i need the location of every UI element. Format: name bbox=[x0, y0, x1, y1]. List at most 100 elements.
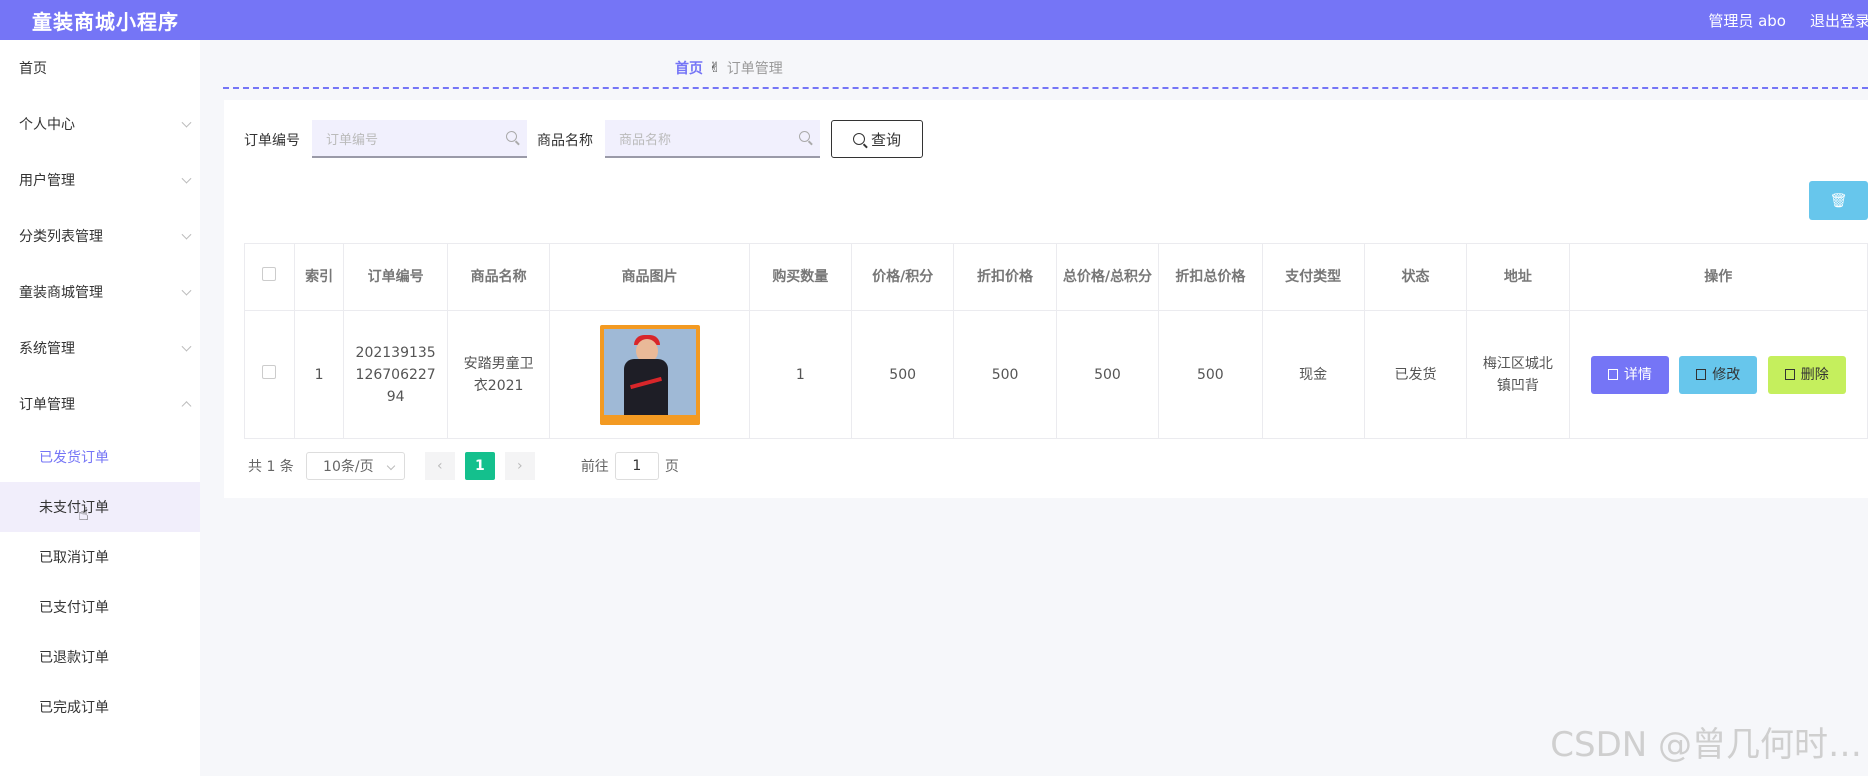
sidebar-item-label: 分类列表管理 bbox=[19, 229, 103, 245]
query-button[interactable]: 查询 bbox=[831, 120, 923, 158]
document-icon bbox=[1607, 369, 1618, 380]
order-no-label: 订单编号 bbox=[244, 133, 300, 149]
cell-actions: 详情 修改 删除 bbox=[1568, 310, 1868, 439]
chevron-down-icon bbox=[181, 229, 192, 240]
sidebar: 首页 个人中心 用户管理 分类列表管理 童装商城管理 系统管理 订单管理 已发货… bbox=[0, 40, 200, 776]
cell-quantity: 1 bbox=[748, 310, 852, 439]
cell-order-no: 20213913512670622794 bbox=[343, 310, 448, 439]
detail-button[interactable]: 详情 bbox=[1590, 355, 1669, 394]
app-title: 童装商城小程序 bbox=[32, 9, 179, 34]
submenu-item-completed[interactable]: 已完成订单 bbox=[0, 682, 200, 732]
cell-index: 1 bbox=[293, 310, 345, 439]
sidebar-item-categories[interactable]: 分类列表管理 bbox=[0, 208, 200, 264]
col-header: 操作 bbox=[1568, 243, 1868, 311]
submenu-item-paid[interactable]: 已支付订单 bbox=[0, 582, 200, 632]
next-page-button[interactable]: › bbox=[504, 452, 535, 480]
col-header: 商品名称 bbox=[446, 243, 551, 311]
chevron-down-icon bbox=[181, 341, 192, 352]
submenu-item-unpaid[interactable]: 未支付订单 ☝ bbox=[0, 482, 200, 532]
victory-hand-icon: ✌ bbox=[709, 60, 721, 76]
cell-status: 已发货 bbox=[1363, 310, 1468, 439]
cell-address: 梅江区城北镇凹背 bbox=[1466, 310, 1570, 439]
chevron-down-icon bbox=[181, 173, 192, 184]
sidebar-item-users[interactable]: 用户管理 bbox=[0, 152, 200, 208]
col-header: 支付类型 bbox=[1261, 243, 1365, 311]
cell-discount-total: 500 bbox=[1158, 310, 1263, 439]
page-unit-label: 页 bbox=[664, 459, 679, 475]
col-header: 地址 bbox=[1466, 243, 1570, 311]
row-select-cell bbox=[244, 310, 295, 439]
prev-page-button[interactable]: ‹ bbox=[424, 452, 455, 480]
admin-label: 管理员 abo bbox=[1708, 11, 1786, 30]
sidebar-item-label: 个人中心 bbox=[19, 117, 75, 133]
col-header: 购买数量 bbox=[748, 243, 852, 311]
cell-product-image bbox=[549, 310, 750, 439]
cell-price: 500 bbox=[850, 310, 955, 439]
sidebar-item-mall[interactable]: 童装商城管理 bbox=[0, 264, 200, 320]
cell-product-name: 安踏男童卫衣2021 bbox=[446, 310, 551, 439]
sidebar-item-system[interactable]: 系统管理 bbox=[0, 320, 200, 376]
product-name-input[interactable]: 商品名称 bbox=[605, 120, 820, 158]
row-checkbox[interactable] bbox=[262, 364, 277, 379]
logout-link[interactable]: 退出登录 bbox=[1810, 10, 1868, 31]
header-right: 管理员 abo 退出登录 bbox=[1708, 0, 1868, 40]
order-no-placeholder: 订单编号 bbox=[326, 132, 379, 148]
query-button-label: 查询 bbox=[870, 130, 901, 149]
search-icon bbox=[852, 133, 865, 145]
submenu-item-label: 未支付订单 bbox=[39, 500, 109, 516]
submenu-item-label: 已退款订单 bbox=[39, 650, 109, 666]
pencil-icon bbox=[1696, 369, 1707, 380]
pagination-total: 共 1 条 bbox=[248, 459, 294, 475]
delete-button-label: 删除 bbox=[1800, 366, 1829, 383]
submenu-item-refunded[interactable]: 已退款订单 bbox=[0, 632, 200, 682]
divider bbox=[223, 87, 1868, 89]
chevron-up-icon bbox=[181, 401, 192, 412]
product-name-label: 商品名称 bbox=[537, 133, 593, 149]
col-header: 总价格/总积分 bbox=[1055, 243, 1160, 311]
submenu-item-label: 已取消订单 bbox=[39, 550, 109, 566]
col-header: 折扣价格 bbox=[953, 243, 1057, 311]
orders-table: 索引 订单编号 商品名称 商品图片 购买数量 价格/积分 折扣价格 总价格/总积… bbox=[244, 243, 1868, 439]
edit-button[interactable]: 修改 bbox=[1679, 355, 1758, 394]
page-number[interactable]: 1 bbox=[464, 452, 495, 480]
search-icon bbox=[506, 131, 517, 142]
watermark: CSDN @曾几何时… bbox=[1550, 725, 1862, 765]
chevron-right-icon: › bbox=[517, 458, 523, 474]
select-all-cell bbox=[244, 243, 295, 311]
sidebar-item-label: 首页 bbox=[19, 61, 47, 77]
breadcrumb-home[interactable]: 首页 bbox=[675, 58, 703, 78]
submenu-item-label: 已完成订单 bbox=[39, 700, 109, 716]
page-size-value: 10条/页 bbox=[323, 459, 374, 475]
chevron-down-icon bbox=[181, 117, 192, 128]
sidebar-item-profile[interactable]: 个人中心 bbox=[0, 96, 200, 152]
sidebar-item-label: 用户管理 bbox=[19, 173, 75, 189]
select-all-checkbox[interactable] bbox=[262, 267, 277, 281]
sidebar-item-home[interactable]: 首页 bbox=[0, 40, 200, 96]
table-row: 1 20213913512670622794 安踏男童卫衣2021 1 500 … bbox=[244, 310, 1868, 439]
sidebar-item-orders[interactable]: 订单管理 bbox=[0, 376, 200, 432]
trash-icon: 🗑 bbox=[1829, 192, 1848, 209]
col-header: 状态 bbox=[1363, 243, 1468, 311]
top-header: 童装商城小程序 管理员 abo 退出登录 bbox=[0, 0, 1868, 40]
submenu-item-shipped[interactable]: 已发货订单 bbox=[0, 432, 200, 482]
trash-icon bbox=[1784, 369, 1795, 380]
submenu-item-label: 已发货订单 bbox=[39, 450, 109, 466]
sidebar-item-label: 童装商城管理 bbox=[19, 285, 103, 301]
search-icon bbox=[799, 131, 810, 142]
sidebar-item-label: 订单管理 bbox=[19, 397, 75, 413]
hand-cursor-icon: ☝ bbox=[78, 504, 89, 525]
submenu-item-cancelled[interactable]: 已取消订单 bbox=[0, 532, 200, 582]
col-header: 折扣总价格 bbox=[1158, 243, 1263, 311]
delete-button[interactable]: 删除 bbox=[1767, 355, 1846, 394]
breadcrumb-current: 订单管理 bbox=[726, 61, 783, 77]
product-image bbox=[599, 324, 700, 425]
goto-page-input[interactable]: 1 bbox=[614, 452, 659, 480]
breadcrumb: 首页 ✌ 订单管理 bbox=[675, 58, 783, 78]
batch-delete-button[interactable]: 🗑 bbox=[1809, 181, 1868, 220]
col-header: 商品图片 bbox=[549, 243, 750, 311]
order-no-input[interactable]: 订单编号 bbox=[312, 120, 527, 158]
chevron-down-icon bbox=[181, 285, 192, 296]
col-header: 订单编号 bbox=[343, 243, 448, 311]
product-name-placeholder: 商品名称 bbox=[619, 132, 672, 148]
page-size-select[interactable]: 10条/页 bbox=[305, 452, 405, 480]
